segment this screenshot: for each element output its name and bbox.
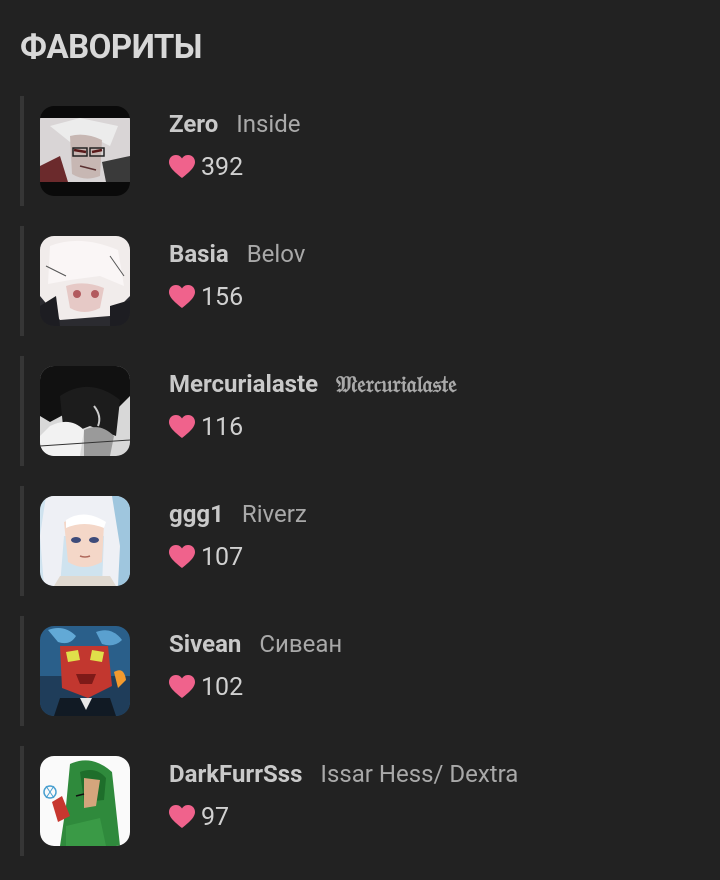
avatar-zero-icon[interactable] xyxy=(40,106,130,196)
avatar-mercurialaste-icon[interactable] xyxy=(40,366,130,456)
username[interactable]: DarkFurrSss xyxy=(169,760,302,788)
avatar-ggg1-icon[interactable] xyxy=(40,496,130,586)
display-name: 𝔐𝔢𝔯𝔠𝔲𝔯𝔦𝔞𝔩𝔞𝔰𝔱𝔢 xyxy=(336,372,457,397)
avatar-sivean-icon[interactable] xyxy=(40,626,130,716)
heart-icon xyxy=(169,285,195,309)
username[interactable]: Zero xyxy=(169,110,218,138)
avatar-basia-icon[interactable] xyxy=(40,236,130,326)
likes-count: 102 xyxy=(201,672,244,702)
favorite-item-zero[interactable]: Zero Inside 392 xyxy=(20,96,700,206)
display-name: Riverz xyxy=(241,500,307,528)
heart-icon xyxy=(169,805,195,829)
favorite-item-sivean[interactable]: Sivean Сивеан 102 xyxy=(20,616,700,726)
display-name: Inside xyxy=(236,110,301,138)
display-name: Issar Hess/ Dextra xyxy=(320,760,519,788)
username[interactable]: Sivean xyxy=(169,630,241,658)
favorite-item-ggg1[interactable]: ggg1 Riverz 107 xyxy=(20,486,700,596)
display-name: Сивеан xyxy=(259,630,343,658)
heart-icon xyxy=(169,155,195,179)
favorite-item-darkfurrsss[interactable]: DarkFurrSss Issar Hess/ Dextra 97 xyxy=(20,746,700,856)
avatar-darkfurrsss-icon[interactable] xyxy=(40,756,130,846)
heart-icon xyxy=(169,415,195,439)
likes-count: 107 xyxy=(201,542,244,572)
section-title: ФАВОРИТЫ xyxy=(20,28,202,67)
favorites-list: Zero Inside 392 Basia Belov 156 Mercuria… xyxy=(20,96,700,876)
likes-count: 392 xyxy=(201,152,244,182)
favorite-item-mercurialaste[interactable]: Mercurialaste 𝔐𝔢𝔯𝔠𝔲𝔯𝔦𝔞𝔩𝔞𝔰𝔱𝔢 116 xyxy=(20,356,700,466)
username[interactable]: Mercurialaste xyxy=(169,370,318,398)
likes-count: 156 xyxy=(201,282,244,312)
username[interactable]: ggg1 xyxy=(169,500,224,528)
favorite-item-basia[interactable]: Basia Belov 156 xyxy=(20,226,700,336)
heart-icon xyxy=(169,675,195,699)
likes-count: 116 xyxy=(201,412,244,442)
heart-icon xyxy=(169,545,195,569)
display-name: Belov xyxy=(246,240,306,268)
username[interactable]: Basia xyxy=(169,240,229,268)
likes-count: 97 xyxy=(201,802,230,832)
